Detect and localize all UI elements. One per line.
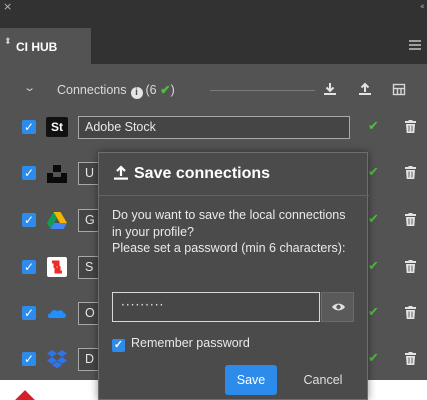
hamburger-menu-icon[interactable] <box>409 40 421 50</box>
connections-header: ⌄ Connections i (6 ✔) <box>0 75 427 103</box>
adobe-stock-logo-text: St <box>51 120 63 134</box>
connection-name-field[interactable]: D <box>78 348 100 371</box>
dialog-message: Do you want to save the local connection… <box>112 208 346 255</box>
password-input[interactable]: ········· <box>112 292 320 322</box>
row-checkbox[interactable]: ✓ <box>22 306 36 320</box>
connected-check-icon: ✔ <box>368 259 379 274</box>
connections-label: Connections <box>57 83 127 97</box>
chevron-down-icon[interactable]: ⌄ <box>23 81 36 94</box>
unsplash-logo <box>47 165 67 183</box>
connected-check-icon: ✔ <box>368 212 379 227</box>
row-checkbox[interactable]: ✓ <box>22 166 36 180</box>
trash-icon[interactable] <box>405 120 416 133</box>
trash-icon[interactable] <box>405 306 416 319</box>
connected-check-icon: ✔ <box>368 119 379 134</box>
remember-password-checkbox[interactable]: ✓ Remember password <box>112 336 250 352</box>
close-icon[interactable]: × <box>3 1 12 13</box>
info-icon[interactable]: i <box>130 87 143 99</box>
onedrive-logo <box>47 310 66 318</box>
upload-icon <box>114 165 128 180</box>
connected-check-icon: ✔ <box>368 305 379 320</box>
google-drive-logo <box>47 212 67 229</box>
checkbox-checked-icon: ✓ <box>112 339 125 352</box>
row-checkbox[interactable]: ✓ <box>22 352 36 366</box>
dialog-divider <box>99 195 369 196</box>
save-connections-dialog: Save connections Do you want to save the… <box>98 152 369 400</box>
connection-name-field[interactable]: O <box>78 302 100 325</box>
connection-name-field[interactable]: G <box>78 209 100 232</box>
trash-icon[interactable] <box>405 352 416 365</box>
show-password-button[interactable] <box>321 292 354 322</box>
row-checkbox[interactable]: ✓ <box>22 260 36 274</box>
connection-name-field[interactable]: S <box>78 256 100 279</box>
dialog-title-text: Save connections <box>134 165 271 182</box>
connections-count-close: ) <box>170 83 175 97</box>
eye-icon <box>332 303 345 311</box>
trash-icon[interactable] <box>405 213 416 226</box>
connected-check-icon: ✔ <box>368 351 379 366</box>
row-checkbox[interactable]: ✓ <box>22 120 36 134</box>
remember-password-label: Remember password <box>131 336 250 350</box>
adobe-stock-logo: St <box>46 117 68 137</box>
connection-name-field[interactable]: Adobe Stock <box>78 116 350 139</box>
download-icon[interactable] <box>323 82 337 96</box>
panel-top-strip: × ‹‹ <box>0 0 427 28</box>
tab-ci-hub[interactable]: ⬍ CI HUB <box>0 28 91 64</box>
collapse-icon[interactable]: ‹‹ <box>420 1 425 13</box>
connected-check-icon: ✔ <box>368 165 379 180</box>
tab-sort-icon: ⬍ <box>4 37 12 47</box>
cancel-button[interactable]: Cancel <box>293 365 353 395</box>
tab-label: CI HUB <box>16 40 58 54</box>
shutterstock-logo <box>47 257 67 277</box>
connection-row: ✓ St Adobe Stock ✔ <box>0 112 427 142</box>
upload-icon[interactable] <box>358 82 372 96</box>
grid-settings-icon[interactable] <box>392 82 406 96</box>
connections-count: (6 <box>145 83 161 97</box>
red-diamond-marker <box>15 390 35 400</box>
dropbox-logo <box>47 350 67 369</box>
check-icon: ✔ <box>160 83 171 97</box>
tab-bar <box>91 28 427 64</box>
save-button[interactable]: Save <box>225 365 277 395</box>
header-divider <box>210 90 315 91</box>
dialog-title: Save connections <box>114 165 270 183</box>
row-checkbox[interactable]: ✓ <box>22 213 36 227</box>
trash-icon[interactable] <box>405 260 416 273</box>
trash-icon[interactable] <box>405 166 416 179</box>
connections-title: Connections i (6 ✔) <box>57 82 175 99</box>
